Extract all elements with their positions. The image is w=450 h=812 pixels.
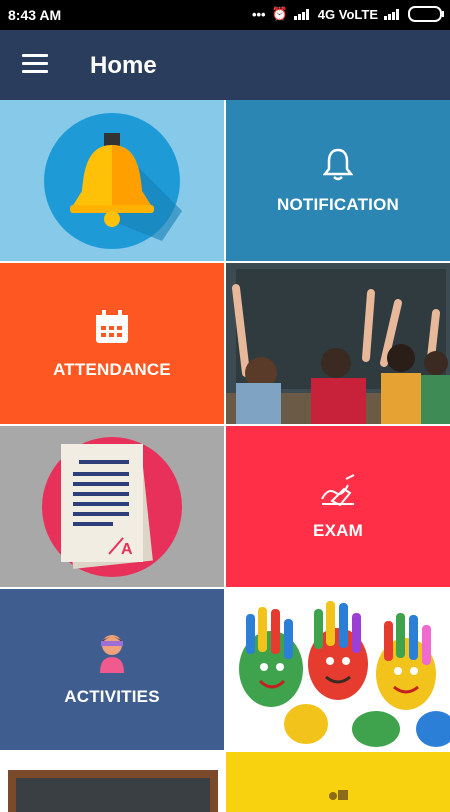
classroom-photo	[226, 263, 450, 424]
calendar-icon	[96, 309, 128, 343]
bell-image-tile[interactable]	[0, 100, 224, 261]
notification-label: NOTIFICATION	[276, 194, 399, 214]
exam-label: EXAM	[313, 520, 363, 540]
status-time: 8:43 AM	[8, 7, 62, 23]
notification-tile[interactable]: NOTIFICATION	[226, 100, 450, 261]
yellow-tile[interactable]	[226, 752, 450, 812]
painted-hands-photo	[226, 589, 450, 750]
more-icon: •••	[251, 6, 266, 22]
status-icons: ••• ⏰ 4G VoLTE	[251, 6, 444, 22]
exam-tile[interactable]: EXAM	[226, 426, 450, 587]
network-type: 4G VoLTE	[317, 6, 378, 22]
writing-hand-icon	[321, 473, 355, 506]
people-icon	[329, 790, 348, 800]
page-title: Home	[90, 52, 157, 79]
home-grid: NOTIFICATION ATTENDANCE A EXAM ACTIVITIE…	[0, 100, 450, 812]
chalkboard-illustration	[8, 770, 218, 812]
signal-icon-2	[384, 8, 402, 20]
alarm-icon: ⏰	[271, 6, 288, 21]
activities-label: ACTIVITIES	[64, 686, 160, 706]
document-image-tile[interactable]: A	[0, 426, 224, 587]
activities-tile[interactable]: ACTIVITIES	[0, 589, 224, 750]
bell-illustration	[44, 112, 182, 249]
chalkboard-image-tile[interactable]	[0, 752, 224, 812]
signal-icon	[293, 8, 312, 20]
svg-text:A: A	[121, 541, 133, 558]
attendance-label: ATTENDANCE	[53, 359, 171, 379]
status-bar: 8:43 AM ••• ⏰ 4G VoLTE	[0, 0, 450, 30]
bell-outline-icon	[323, 148, 353, 180]
hands-image-tile[interactable]	[226, 589, 450, 750]
child-icon	[100, 634, 124, 673]
hamburger-menu-icon[interactable]	[22, 54, 48, 74]
document-illustration: A	[42, 436, 182, 577]
app-bar: Home	[0, 30, 450, 100]
attendance-tile[interactable]: ATTENDANCE	[0, 263, 224, 424]
classroom-image-tile[interactable]	[226, 263, 450, 424]
battery-icon	[408, 6, 444, 22]
